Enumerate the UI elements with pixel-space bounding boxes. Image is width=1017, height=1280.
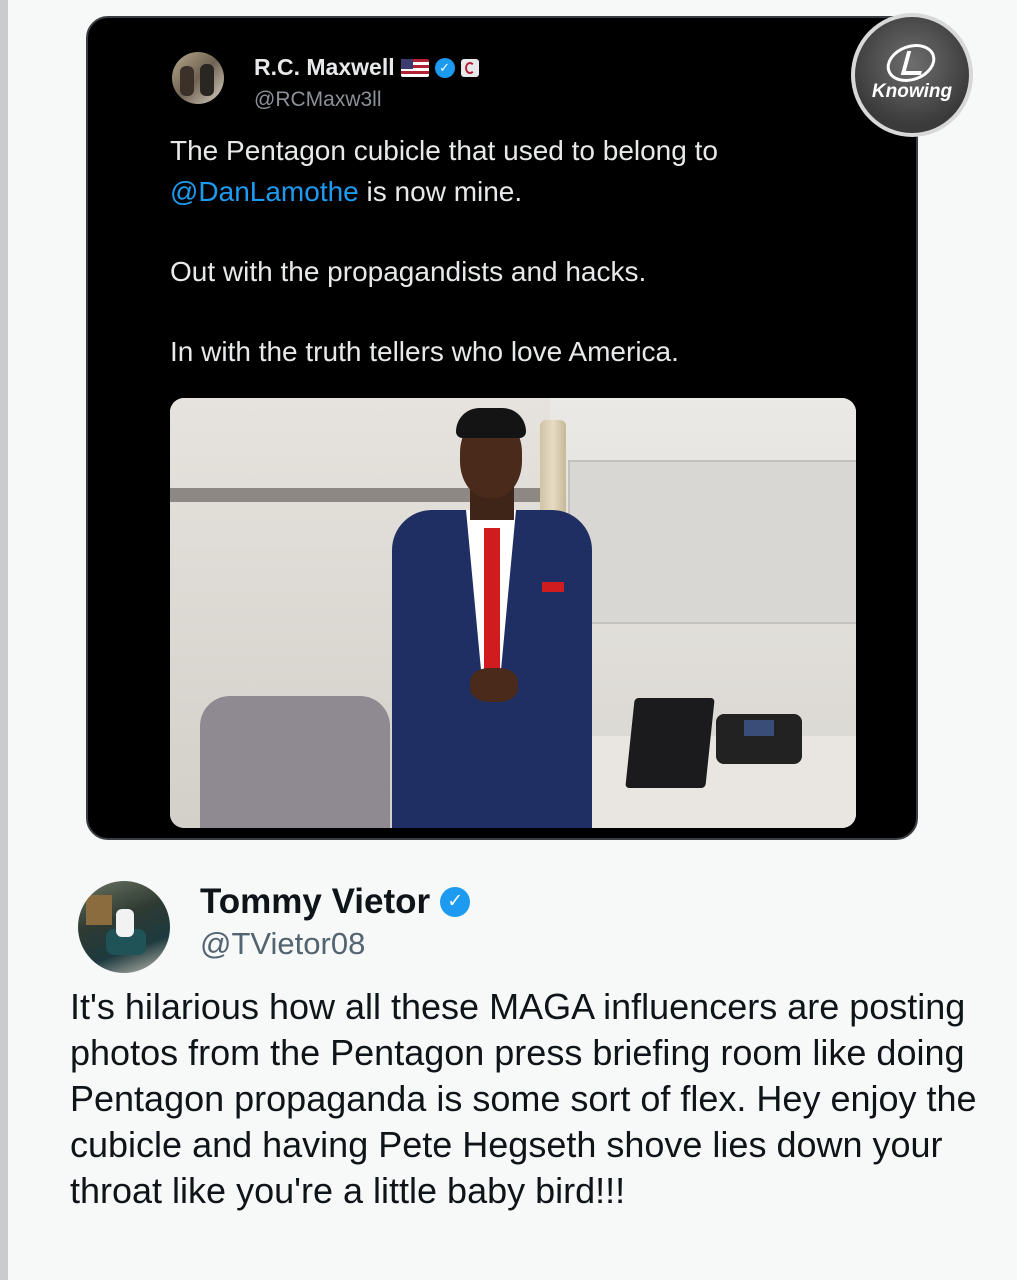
eye-logo-icon: [880, 41, 944, 85]
quoted-author-handle[interactable]: @RCMaxw3ll: [254, 88, 382, 112]
quoted-tweet-card[interactable]: R.C. Maxwell ✓ @RCMaxw3ll The Pentagon c…: [86, 16, 918, 840]
quoted-tweet-paragraph-3: In with the truth tellers who love Ameri…: [170, 336, 679, 367]
us-flag-icon: [400, 58, 429, 77]
quoted-author-name[interactable]: R.C. Maxwell: [254, 54, 395, 81]
left-edge-divider: [0, 0, 8, 1280]
affiliate-badge-icon[interactable]: [460, 58, 479, 77]
knowing-watermark-logo: Knowing: [851, 13, 973, 137]
quoted-author-avatar[interactable]: [172, 52, 224, 104]
mention-link[interactable]: @DanLamothe: [170, 176, 359, 207]
quoted-tweet-paragraph-1: The Pentagon cubicle that used to belong…: [170, 135, 718, 207]
main-author-name[interactable]: Tommy Vietor: [200, 882, 430, 922]
quoted-author-name-row[interactable]: R.C. Maxwell ✓: [254, 54, 479, 81]
quoted-tweet-paragraph-2: Out with the propagandists and hacks.: [170, 256, 647, 287]
quoted-tweet-text: The Pentagon cubicle that used to belong…: [170, 130, 860, 411]
verified-icon: ✓: [440, 887, 471, 917]
main-author-name-row[interactable]: Tommy Vietor ✓: [200, 882, 471, 922]
tweet-photo[interactable]: [170, 398, 856, 828]
verified-icon: ✓: [434, 57, 455, 78]
main-author-handle[interactable]: @TVietor08: [200, 926, 365, 962]
main-author-avatar[interactable]: [78, 881, 170, 973]
main-tweet-text: It's hilarious how all these MAGA influe…: [70, 986, 977, 1211]
